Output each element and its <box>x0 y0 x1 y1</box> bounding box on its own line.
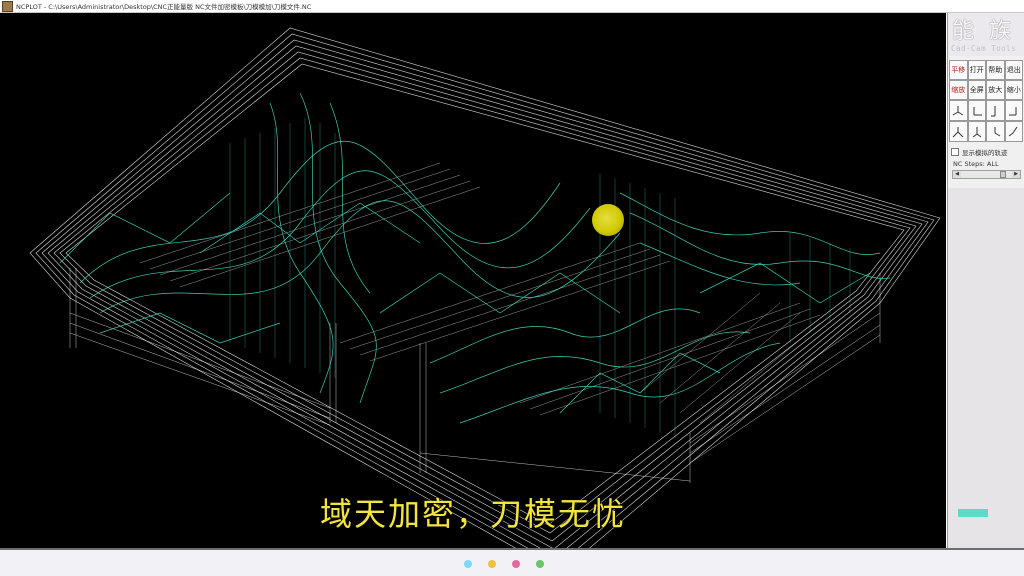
axis-top-icon <box>952 126 964 137</box>
cursor-highlight <box>592 204 624 236</box>
taskbar-divider <box>0 548 1024 550</box>
nc-steps-label: NC Steps: ALL <box>953 160 999 168</box>
taskbar-app-icon[interactable] <box>536 560 544 568</box>
show-simulation-checkbox[interactable]: 显示模拟的轨迹 <box>951 147 1024 157</box>
taskbar-app-icon[interactable] <box>464 560 472 568</box>
title-bar: NCPLOT - C:\Users\Administrator\Desktop\… <box>0 0 1024 13</box>
fullscreen-button[interactable]: 全屏 <box>967 80 986 100</box>
view-left-button[interactable] <box>986 121 1005 142</box>
exit-button[interactable]: 退出 <box>1004 60 1023 80</box>
tool-panel: 能 族 Cad·Cam Tools 平移 打开 帮助 退出 缩放 全屏 放大 缩… <box>947 13 1024 548</box>
panel-blank-area <box>948 188 1024 548</box>
zoom-out-button[interactable]: 缩小 <box>1004 80 1023 100</box>
toolpath-viewport[interactable]: 域天加密，刀模无忧 <box>0 13 946 548</box>
plate-outline <box>29 27 941 548</box>
logo-chinese: 能 族 <box>952 19 1015 44</box>
help-button[interactable]: 帮助 <box>986 60 1005 80</box>
axis-rear-icon <box>1008 106 1017 115</box>
app-icon <box>2 0 13 12</box>
axis-front-icon <box>973 106 982 115</box>
view-right-button[interactable] <box>1004 121 1023 142</box>
slider-left-arrow-icon[interactable]: ◀ <box>953 171 961 178</box>
command-buttons: 平移 打开 帮助 退出 缩放 全屏 放大 缩小 <box>949 60 1024 142</box>
logo-english: Cad·Cam Tools <box>951 44 1017 53</box>
view-side-button[interactable] <box>986 100 1005 121</box>
toolpath-cyan-dense <box>229 118 851 438</box>
brand-logo: 能 族 Cad·Cam Tools <box>948 13 1024 56</box>
zoom-button[interactable]: 缩放 <box>949 80 968 100</box>
taskbar-app-icon[interactable] <box>512 560 520 568</box>
pan-button[interactable]: 平移 <box>949 60 968 80</box>
view-iso-button[interactable] <box>949 100 968 121</box>
plate-side-lines <box>69 268 881 483</box>
slider-thumb[interactable] <box>1000 171 1006 178</box>
slider-right-arrow-icon[interactable]: ▶ <box>1012 171 1020 178</box>
view-rear-button[interactable] <box>1004 100 1023 121</box>
axis-left-icon <box>994 126 1001 136</box>
view-front-button[interactable] <box>967 100 986 121</box>
pocket-lines <box>139 162 821 424</box>
nc-steps-slider[interactable]: ◀ ▶ <box>952 170 1021 179</box>
checkbox-box[interactable] <box>951 148 959 156</box>
view-iso2-button[interactable] <box>967 121 986 142</box>
video-subtitle: 域天加密，刀模无忧 <box>319 495 626 533</box>
taskbar <box>0 548 1024 576</box>
checkbox-label: 显示模拟的轨迹 <box>962 149 1008 157</box>
toolpath-drawing <box>29 27 941 548</box>
window-title: NCPLOT - C:\Users\Administrator\Desktop\… <box>16 3 312 11</box>
open-button[interactable]: 打开 <box>967 60 986 80</box>
zoom-in-button[interactable]: 放大 <box>986 80 1005 100</box>
axis-iso2-icon <box>972 126 982 137</box>
taskbar-app-icon[interactable] <box>488 560 496 568</box>
axis-iso-icon <box>952 105 964 115</box>
axis-side-icon <box>991 105 996 116</box>
axis-right-icon <box>1008 126 1018 136</box>
status-indicator <box>958 509 988 517</box>
view-top-button[interactable] <box>949 121 968 142</box>
